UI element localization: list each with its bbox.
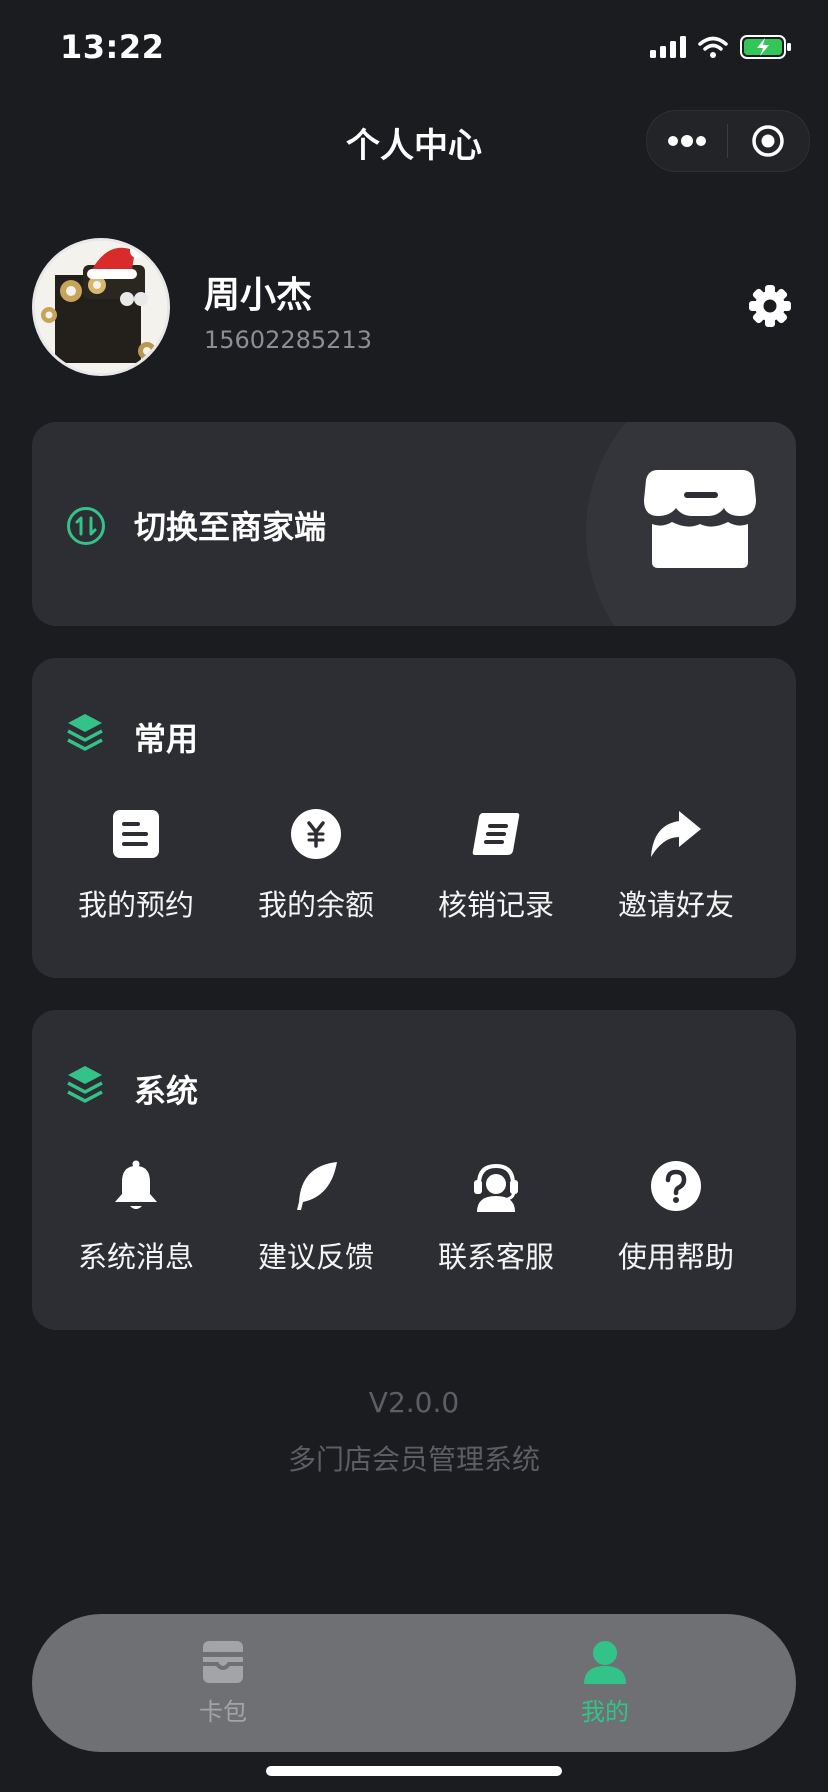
- user-name: 周小杰: [204, 275, 313, 316]
- battery-icon: [740, 35, 791, 59]
- wallet-icon: [203, 1640, 243, 1683]
- yen-coin-icon: [291, 809, 341, 859]
- layers-icon: [67, 1066, 103, 1103]
- item-label: 核销记录: [437, 888, 554, 922]
- question-icon: [651, 1161, 701, 1211]
- feedback-item[interactable]: 建议反馈: [226, 1156, 406, 1276]
- close-miniprogram-button[interactable]: [728, 111, 808, 171]
- item-label: 我的预约: [77, 888, 194, 922]
- system-section: 系统 系统消息 建议反馈 联系客服 使用帮助: [32, 1010, 796, 1330]
- verify-record-item[interactable]: 核销记录: [406, 804, 586, 924]
- item-label: 邀请好友: [617, 888, 734, 922]
- switch-icon: [67, 507, 105, 545]
- settings-button[interactable]: [748, 284, 792, 328]
- section-title: 系统: [134, 1072, 199, 1110]
- avatar-image: [35, 241, 167, 373]
- item-label: 使用帮助: [617, 1240, 734, 1274]
- help-item[interactable]: 使用帮助: [586, 1156, 766, 1276]
- record-icon: [472, 813, 520, 855]
- layers-icon: [67, 714, 103, 751]
- user-phone: 15602285213: [204, 326, 372, 354]
- more-dots-icon: [668, 135, 706, 147]
- home-indicator[interactable]: [266, 1766, 562, 1776]
- common-section: 常用 我的预约 我的余额 核销记录 邀请好友: [32, 658, 796, 978]
- item-label: 联系客服: [437, 1240, 554, 1274]
- status-icons: [650, 34, 792, 60]
- item-label: 建议反馈: [257, 1240, 374, 1274]
- tab-card-wallet[interactable]: 卡包: [32, 1614, 414, 1752]
- signal-icon: [650, 36, 686, 58]
- system-grid: 系统消息 建议反馈 联系客服 使用帮助: [32, 1156, 796, 1276]
- person-icon: [584, 1640, 626, 1684]
- miniprogram-capsule: [646, 110, 810, 172]
- appointment-icon: [113, 810, 159, 858]
- tab-label: 卡包: [199, 1697, 247, 1726]
- switch-merchant-card[interactable]: 切换至商家端: [32, 422, 796, 626]
- wifi-icon: [698, 36, 728, 58]
- item-label: 我的余额: [257, 888, 374, 922]
- app-name: 多门店会员管理系统: [287, 1443, 540, 1476]
- system-message-item[interactable]: 系统消息: [46, 1156, 226, 1276]
- section-title: 常用: [134, 720, 199, 758]
- item-label: 系统消息: [77, 1240, 194, 1274]
- my-balance-item[interactable]: 我的余额: [226, 804, 406, 924]
- tab-bar: 卡包 我的: [32, 1614, 796, 1752]
- target-circle-icon: [752, 125, 784, 157]
- feather-icon: [297, 1162, 337, 1210]
- status-time: 13:22: [60, 28, 165, 66]
- invite-friend-item[interactable]: 邀请好友: [586, 804, 766, 924]
- bell-icon: [115, 1160, 157, 1209]
- my-appointment-item[interactable]: 我的预约: [46, 804, 226, 924]
- more-button[interactable]: [647, 111, 727, 171]
- common-grid: 我的预约 我的余额 核销记录 邀请好友: [32, 804, 796, 924]
- app-version: V2.0.0: [368, 1386, 460, 1419]
- avatar[interactable]: [32, 238, 170, 376]
- store-icon: [644, 470, 756, 568]
- tab-label: 我的: [581, 1697, 629, 1726]
- share-arrow-icon: [651, 811, 701, 857]
- customer-service-item[interactable]: 联系客服: [406, 1156, 586, 1276]
- tab-mine[interactable]: 我的: [414, 1614, 796, 1752]
- headset-icon: [474, 1163, 518, 1212]
- gear-icon: [749, 285, 791, 327]
- switch-merchant-label: 切换至商家端: [134, 508, 327, 546]
